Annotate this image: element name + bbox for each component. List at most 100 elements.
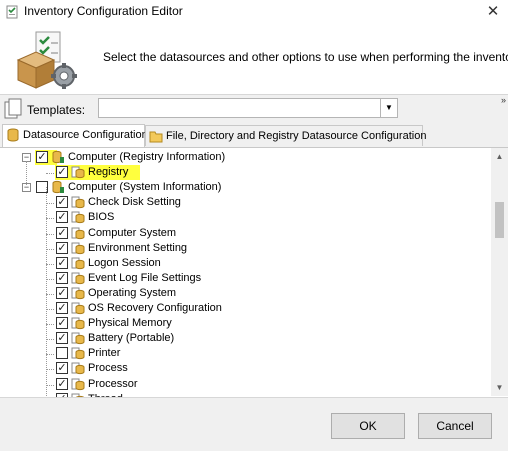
ok-button[interactable]: OK — [331, 413, 405, 439]
window-title: Inventory Configuration Editor — [24, 4, 183, 18]
tree-connector — [46, 173, 54, 175]
header-instructions: Select the datasources and other options… — [103, 50, 508, 64]
tree-connector — [46, 339, 54, 341]
tree-node-label: Registry — [88, 166, 129, 179]
tree-node[interactable]: ✓ Registry — [0, 165, 490, 181]
tree-connector — [26, 161, 27, 185]
tree-node[interactable]: − ✓ Computer (Registry Information) — [0, 150, 490, 165]
datasource-icon — [71, 272, 85, 284]
scroll-up-button[interactable]: ▲ — [491, 148, 508, 165]
datasource-icon — [71, 302, 85, 315]
tree-node-label: Battery (Portable) — [88, 332, 175, 345]
node-checkbox[interactable]: ✓ — [56, 362, 68, 375]
tree-node[interactable]: ✓ OS Recovery Configuration — [0, 301, 490, 316]
double-chevron-right-icon[interactable]: » — [501, 95, 506, 105]
tree-node[interactable]: ✓ Logon Session — [0, 256, 490, 271]
tree-node-label: Event Log File Settings — [88, 271, 202, 284]
datasource-icon — [71, 347, 85, 360]
node-checkbox[interactable]: ✓ — [56, 241, 68, 254]
tree-connector — [46, 309, 54, 310]
tree-connector — [46, 324, 54, 326]
tree-node[interactable]: − Computer (System Information) — [0, 180, 490, 195]
datasource-icon — [7, 128, 19, 142]
templates-select[interactable] — [98, 98, 381, 118]
datasource-tree[interactable]: − ✓ Computer (Registry Information) ✓ Regist… — [0, 147, 508, 397]
tree-node[interactable]: ✓ Processor — [0, 377, 490, 392]
scroll-down-button[interactable]: ▼ — [491, 379, 508, 396]
datasource-icon — [71, 227, 85, 239]
computer-datasource-icon — [52, 150, 64, 164]
tree-node-label: Computer System — [88, 226, 177, 239]
datasource-icon — [71, 196, 85, 209]
templates-dropdown-button[interactable]: ▼ — [381, 98, 398, 118]
scrollbar-thumb[interactable] — [495, 202, 504, 238]
node-checkbox[interactable]: ✓ — [36, 151, 48, 163]
templates-icon — [4, 98, 22, 119]
tree-node[interactable]: ✓ Check Disk Setting — [0, 195, 490, 210]
datasource-icon — [71, 257, 85, 269]
header-banner: Select the datasources and other options… — [0, 24, 508, 95]
tree-node-label: BIOS — [88, 211, 115, 224]
datasource-icon — [71, 166, 85, 179]
datasource-icon — [71, 362, 85, 375]
tree-connector — [46, 369, 54, 371]
tree-node[interactable]: ✓ BIOS — [0, 210, 490, 225]
node-checkbox[interactable]: ✓ — [56, 302, 68, 314]
node-checkbox[interactable]: ✓ — [56, 196, 68, 209]
tree-node[interactable]: ✓ Environment Setting — [0, 241, 490, 256]
tree-node[interactable]: ✓ Process — [0, 361, 490, 376]
tab-datasource-configuration[interactable]: Datasource Configuration — [2, 124, 148, 147]
tree-node-label: OS Recovery Configuration — [88, 302, 222, 314]
tree-node[interactable]: ✓ Battery (Portable) — [0, 331, 490, 346]
footer-bar: OK Cancel — [0, 397, 508, 451]
tree-node[interactable]: ✓ Operating System — [0, 286, 490, 301]
close-button[interactable]: ✕ — [478, 0, 508, 24]
datasource-icon — [71, 378, 85, 390]
tree-node[interactable]: ✓ Event Log File Settings — [0, 271, 490, 286]
node-checkbox[interactable]: ✓ — [56, 377, 68, 390]
node-checkbox[interactable] — [56, 347, 68, 360]
templates-label: Templates: — [27, 103, 86, 117]
tree-node[interactable]: ✓ Physical Memory — [0, 316, 490, 331]
node-checkbox[interactable]: ✓ — [56, 271, 68, 284]
tree-connector — [46, 354, 54, 356]
tree-node-label: Environment Setting — [88, 241, 188, 254]
chevron-down-icon: ▼ — [385, 103, 393, 112]
tree-connector — [46, 233, 54, 235]
inventory-box-gear-icon — [16, 31, 77, 89]
tree-node-label: Process — [88, 362, 128, 375]
tree-node-label: Printer — [88, 347, 121, 360]
tree-connector — [46, 218, 54, 220]
node-checkbox[interactable]: ✓ — [56, 317, 68, 330]
node-checkbox[interactable]: ✓ — [56, 166, 68, 179]
tab-label: File, Directory and Registry Datasource … — [166, 130, 427, 142]
datasource-icon — [71, 211, 85, 224]
tree-connector — [46, 263, 54, 265]
computer-datasource-icon — [52, 181, 64, 194]
tab-strip: Datasource Configuration File, Directory… — [0, 124, 508, 147]
node-checkbox[interactable]: ✓ — [56, 211, 68, 224]
tree-connector — [46, 203, 54, 205]
node-checkbox[interactable]: ✓ — [56, 286, 68, 299]
tab-file-directory-registry[interactable]: File, Directory and Registry Datasource … — [145, 125, 427, 146]
tree-node-label: Physical Memory — [88, 317, 172, 330]
tree-node-label: Computer (Registry Information) — [68, 151, 226, 163]
tree-connector — [46, 248, 54, 250]
cancel-button[interactable]: Cancel — [418, 413, 492, 439]
node-checkbox[interactable]: ✓ — [56, 332, 68, 345]
tree-node-label: Check Disk Setting — [88, 196, 181, 209]
tree-node[interactable]: ✓ Computer System — [0, 226, 490, 241]
node-checkbox[interactable]: ✓ — [56, 256, 68, 269]
datasource-icon — [71, 287, 85, 299]
tree-connector — [46, 278, 54, 280]
title-bar: Inventory Configuration Editor ✕ — [0, 0, 508, 24]
tree-node-label: Processor — [88, 377, 138, 390]
node-checkbox[interactable]: ✓ — [56, 226, 68, 239]
tree-node[interactable]: Printer — [0, 346, 490, 361]
tab-label: Datasource Configuration — [23, 129, 148, 141]
tree-node-label: Operating System — [88, 286, 177, 299]
tree-scrollbar[interactable]: ▲ ▼ — [491, 148, 508, 396]
datasource-icon — [71, 332, 85, 345]
chevron-down-icon: ▼ — [495, 383, 504, 392]
datasource-icon — [71, 242, 85, 254]
